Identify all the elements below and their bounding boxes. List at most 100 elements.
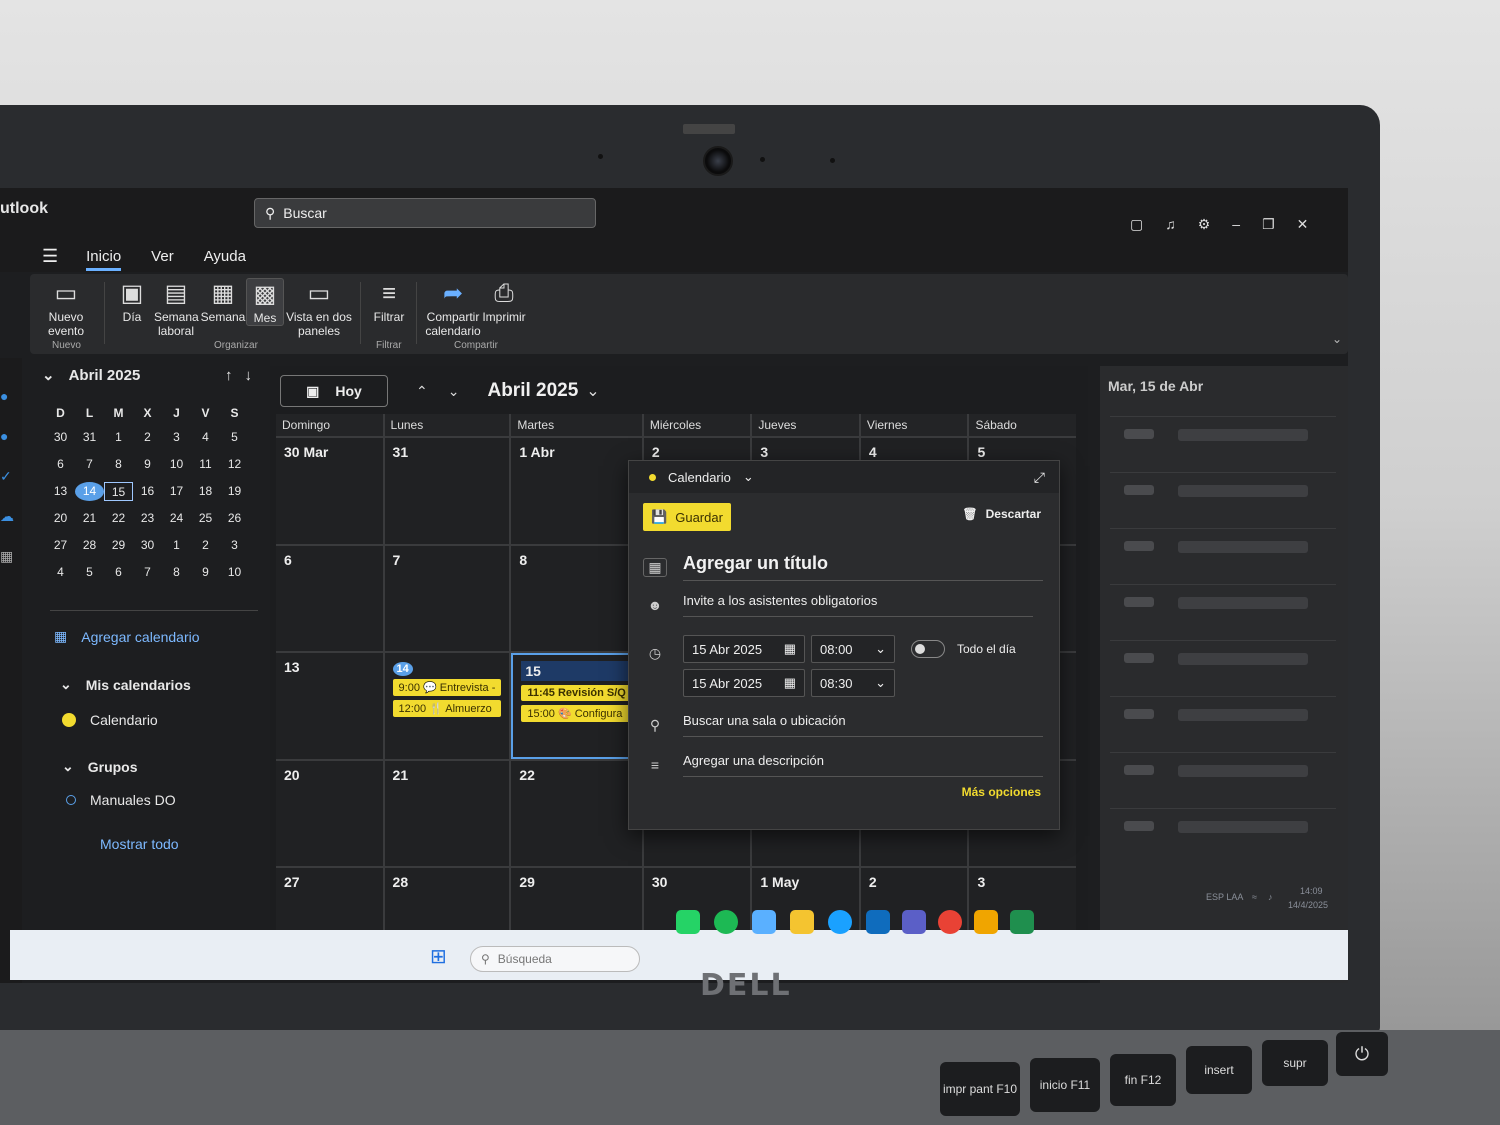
taskbar-search[interactable]: ⚲ Búsqueda — [470, 946, 640, 972]
mini-day[interactable]: 22 — [104, 509, 133, 528]
volume-icon[interactable]: ♪ — [1268, 892, 1273, 902]
calendar-selector[interactable]: Calendario — [668, 470, 731, 485]
mini-day[interactable]: 11 — [191, 455, 220, 474]
apps-icon[interactable]: ▦ — [0, 548, 13, 565]
day-cell[interactable]: 31 — [384, 438, 510, 544]
teams-icon[interactable] — [902, 910, 926, 934]
close-icon[interactable]: ✕ — [1297, 216, 1309, 233]
end-time-field[interactable]: 08:30 ⌄ — [811, 669, 895, 697]
add-calendar-button[interactable]: ▦ Agregar calendario — [54, 628, 200, 645]
mini-day[interactable]: 14 — [75, 482, 104, 501]
excel-icon[interactable] — [1010, 910, 1034, 934]
chevron-down-icon[interactable]: ⌄ — [586, 381, 599, 401]
day-cell[interactable]: 1 Abr — [511, 438, 642, 544]
day-view-button[interactable]: ▣ Día — [114, 278, 150, 324]
event-chip[interactable]: 9:00 💬 Entrevista - — [392, 679, 502, 697]
groups-toggle[interactable]: ⌄ Grupos — [62, 758, 138, 775]
mini-day[interactable]: 6 — [46, 455, 75, 474]
gear-icon[interactable]: ⚙ — [1198, 216, 1211, 233]
feedback-icon[interactable]: ▢ — [1130, 216, 1143, 233]
mini-day[interactable]: 13 — [46, 482, 75, 501]
day-cell[interactable]: 21 — [384, 760, 510, 867]
day-cell[interactable]: 7 — [384, 545, 510, 652]
hour-slot[interactable] — [1110, 584, 1336, 628]
event-chip[interactable]: 15:00 🎨 Configura — [521, 705, 632, 723]
event-title-input[interactable]: Agregar un título — [683, 553, 1043, 581]
mini-day[interactable]: 28 — [75, 536, 104, 555]
event-chip[interactable]: 11:45 Revisión S/Q — [521, 685, 632, 702]
spotify-icon[interactable] — [714, 910, 738, 934]
day-cell[interactable]: 13 — [276, 653, 383, 759]
mini-day[interactable]: 2 — [133, 428, 162, 447]
category-icon[interactable]: ▦ — [643, 557, 667, 577]
mini-day[interactable]: 8 — [104, 455, 133, 474]
hour-slot[interactable] — [1110, 752, 1336, 796]
day-cell[interactable]: 22 — [511, 760, 642, 867]
mini-day[interactable]: 20 — [46, 509, 75, 528]
mini-day[interactable]: 3 — [220, 536, 249, 555]
my-calendars-toggle[interactable]: ⌄ Mis calendarios — [60, 676, 191, 693]
mini-day[interactable]: 23 — [133, 509, 162, 528]
chevron-down-icon[interactable]: ⌄ — [42, 366, 55, 384]
description-input[interactable]: Agregar una descripción — [683, 753, 1043, 777]
mini-day[interactable]: 15 — [104, 482, 133, 501]
whatsapp-icon[interactable] — [676, 910, 700, 934]
hamburger-icon[interactable]: ☰ — [42, 246, 58, 267]
split-view-button[interactable]: ▭ Vista en dos paneles — [286, 278, 352, 338]
people-icon[interactable]: ● — [0, 388, 8, 404]
menu-ver[interactable]: Ver — [151, 248, 174, 265]
mini-day[interactable]: 6 — [104, 563, 133, 582]
mini-day[interactable]: 3 — [162, 428, 191, 447]
mini-day[interactable]: 24 — [162, 509, 191, 528]
language-indicator[interactable]: ESP LAA — [1206, 892, 1243, 902]
mini-day[interactable]: 9 — [191, 563, 220, 582]
outlook-icon[interactable] — [866, 910, 890, 934]
minimize-icon[interactable]: – — [1232, 216, 1240, 233]
day-cell[interactable]: 8 — [511, 545, 642, 652]
restore-icon[interactable]: ❐ — [1262, 216, 1275, 233]
mini-day[interactable]: 4 — [46, 563, 75, 582]
calendar-item[interactable]: Calendario — [62, 712, 158, 728]
mini-day[interactable]: 30 — [133, 536, 162, 555]
start-time-field[interactable]: 08:00 ⌄ — [811, 635, 895, 663]
mini-day[interactable]: 19 — [220, 482, 249, 501]
mini-day[interactable]: 9 — [133, 455, 162, 474]
arrow-up-icon[interactable]: ↑ — [225, 367, 233, 384]
mini-day[interactable]: 2 — [191, 536, 220, 555]
chrome-icon[interactable] — [938, 910, 962, 934]
hour-slot[interactable] — [1110, 416, 1336, 460]
week-view-button[interactable]: ▦ Semana — [200, 278, 246, 324]
mini-day[interactable]: 18 — [191, 482, 220, 501]
mini-day[interactable]: 7 — [133, 563, 162, 582]
discard-button[interactable]: 🗑 Descartar — [962, 507, 1041, 521]
mini-day[interactable]: 27 — [46, 536, 75, 555]
mini-day[interactable]: 30 — [46, 428, 75, 447]
end-date-field[interactable]: 15 Abr 2025 ▦ — [683, 669, 805, 697]
show-all-link[interactable]: Mostrar todo — [100, 836, 179, 852]
clock-time[interactable]: 14:09 — [1300, 886, 1323, 896]
mini-day[interactable]: 31 — [75, 428, 104, 447]
edge-icon[interactable] — [828, 910, 852, 934]
clock-date[interactable]: 14/4/2025 — [1288, 900, 1328, 910]
expand-icon[interactable]: ⤢ — [1034, 469, 1045, 486]
hour-slot[interactable] — [1110, 696, 1336, 740]
month-view-button[interactable]: ▩ Mes — [246, 278, 284, 326]
menu-ayuda[interactable]: Ayuda — [204, 248, 246, 265]
start-date-field[interactable]: 15 Abr 2025 ▦ — [683, 635, 805, 663]
search-input[interactable]: ⚲ Buscar — [254, 198, 596, 228]
day-cell[interactable]: 30 Mar — [276, 438, 383, 544]
bell-icon[interactable]: ♫ — [1165, 216, 1176, 233]
mini-day[interactable]: 7 — [75, 455, 104, 474]
mini-day[interactable]: 10 — [220, 563, 249, 582]
month-title[interactable]: Abril 2025 — [487, 380, 578, 402]
chevron-down-icon[interactable]: ⌄ — [743, 469, 754, 485]
mini-day[interactable]: 10 — [162, 455, 191, 474]
previous-month-icon[interactable]: ⌃ — [416, 383, 428, 400]
next-month-icon[interactable]: ⌄ — [448, 383, 460, 400]
all-day-toggle[interactable] — [911, 640, 945, 658]
day-cell[interactable]: 14 9:00 💬 Entrevista - 12:00 🍴 Almuerzo — [384, 653, 510, 759]
sticky-notes-icon[interactable] — [974, 910, 998, 934]
mini-day[interactable]: 8 — [162, 563, 191, 582]
day-cell[interactable]: 6 — [276, 545, 383, 652]
attendees-input[interactable]: Invite a los asistentes obligatorios — [683, 593, 1033, 617]
